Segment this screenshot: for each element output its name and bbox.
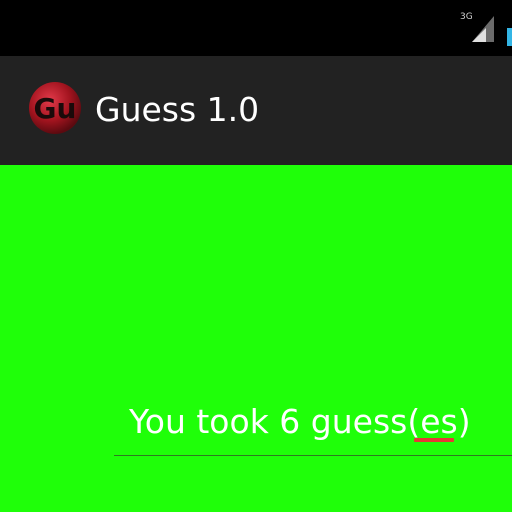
screen: 3G Gu Guess 1.0 You took 6 guess(es) [0, 0, 512, 512]
result-text: You took 6 guess(es) [129, 402, 471, 441]
action-bar: Gu Guess 1.0 [0, 56, 512, 165]
content-area: You took 6 guess(es) [0, 165, 512, 512]
app-logo-icon[interactable]: Gu [27, 80, 83, 136]
status-bar: 3G [0, 0, 512, 56]
battery-icon [507, 28, 512, 46]
signal-icon [472, 16, 494, 42]
result-text-field[interactable]: You took 6 guess(es) [114, 395, 512, 457]
spellcheck-underline [414, 438, 454, 442]
app-logo-letters: Gu [34, 92, 77, 125]
field-underline [114, 455, 512, 456]
app-title: Guess 1.0 [95, 90, 260, 129]
